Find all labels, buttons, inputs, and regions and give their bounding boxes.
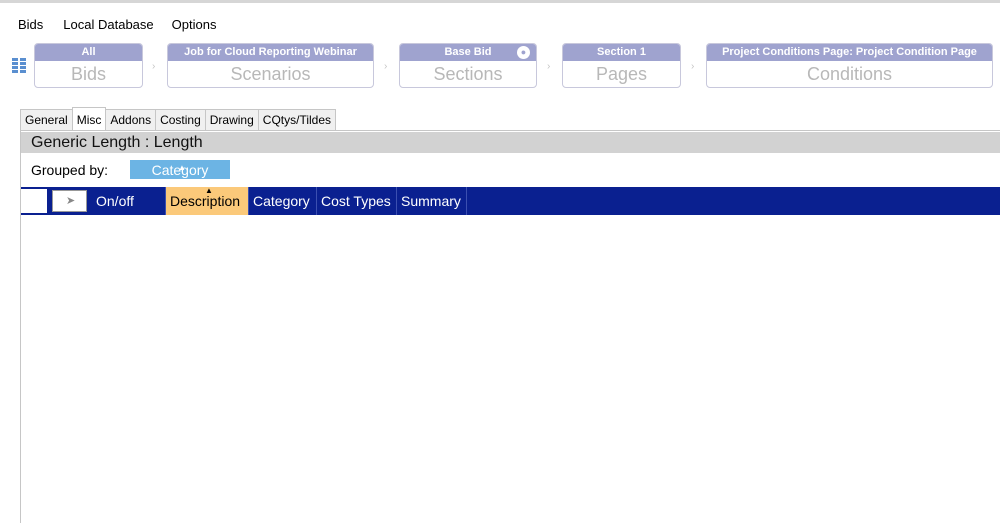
grouped-by-label: Grouped by: xyxy=(31,162,109,178)
breadcrumb-bids-label: Bids xyxy=(70,64,106,84)
breadcrumb-pages-head: Section 1 xyxy=(563,44,680,61)
sort-up-icon: ▲ xyxy=(205,186,213,195)
grid-header: ➤ On/off ▲ Description Category Cost Typ… xyxy=(21,186,1000,215)
breadcrumb-conditions[interactable]: Project Conditions Page: Project Conditi… xyxy=(706,43,993,88)
menu-bids[interactable]: Bids xyxy=(18,14,55,36)
tab-misc[interactable]: Misc xyxy=(71,107,107,130)
breadcrumb-scenarios[interactable]: Job for Cloud Reporting Webinar Scenario… xyxy=(167,43,374,88)
breadcrumb-conditions-label: Conditions xyxy=(806,64,893,84)
cursor-pointer-icon: ➤ xyxy=(66,195,76,207)
breadcrumb-sections[interactable]: Base Bid ● Sections xyxy=(399,43,537,88)
breadcrumb-bids-head: All xyxy=(35,44,142,61)
row-indicator-header xyxy=(21,189,47,213)
menu-bar: Bids Local Database Options xyxy=(0,14,226,36)
breadcrumb-conditions-head: Project Conditions Page: Project Conditi… xyxy=(707,44,992,61)
breadcrumb-sections-head: Base Bid ● xyxy=(400,44,536,61)
column-header-cost-types[interactable]: Cost Types xyxy=(317,187,397,215)
breadcrumb-pages[interactable]: Section 1 Pages xyxy=(562,43,681,88)
sort-up-icon: ▲ xyxy=(178,163,186,172)
tab-cqtys-tildes[interactable]: CQtys/Tildes xyxy=(257,109,337,130)
menu-local-database[interactable]: Local Database xyxy=(63,14,163,36)
breadcrumb-separator-icon: › xyxy=(384,61,388,72)
panel-title: Generic Length : Length xyxy=(21,132,1000,153)
breadcrumb-separator-icon: › xyxy=(152,61,156,72)
group-by-chip[interactable]: ▲ Category xyxy=(130,160,230,179)
breadcrumb-separator-icon: › xyxy=(547,61,551,72)
breadcrumb-scenarios-head: Job for Cloud Reporting Webinar xyxy=(168,44,373,61)
tab-addons[interactable]: Addons xyxy=(105,109,157,130)
breadcrumb-bids[interactable]: All Bids xyxy=(34,43,143,88)
tab-general[interactable]: General xyxy=(20,109,73,130)
window-top-border xyxy=(0,0,1000,3)
grid-body xyxy=(21,215,1000,521)
person-icon: ● xyxy=(517,46,530,59)
breadcrumb-separator-icon: › xyxy=(691,61,695,72)
column-header-description[interactable]: ▲ Description xyxy=(166,186,249,215)
grid-view-icon[interactable] xyxy=(12,58,26,74)
column-header-onoff[interactable]: On/off xyxy=(92,187,166,215)
tab-costing[interactable]: Costing xyxy=(155,109,206,130)
menu-options[interactable]: Options xyxy=(172,14,227,36)
breadcrumb-sections-label: Sections xyxy=(433,64,503,84)
breadcrumb-scenarios-label: Scenarios xyxy=(230,64,311,84)
select-all-button[interactable]: ➤ xyxy=(52,190,87,212)
breadcrumb-pages-label: Pages xyxy=(595,64,648,84)
breadcrumb-sections-head-text: Base Bid xyxy=(444,46,492,58)
column-header-summary[interactable]: Summary xyxy=(397,187,467,215)
column-header-category[interactable]: Category xyxy=(249,187,317,215)
tab-strip: General Misc Addons Costing Drawing CQty… xyxy=(20,107,337,131)
tab-drawing[interactable]: Drawing xyxy=(204,109,259,130)
